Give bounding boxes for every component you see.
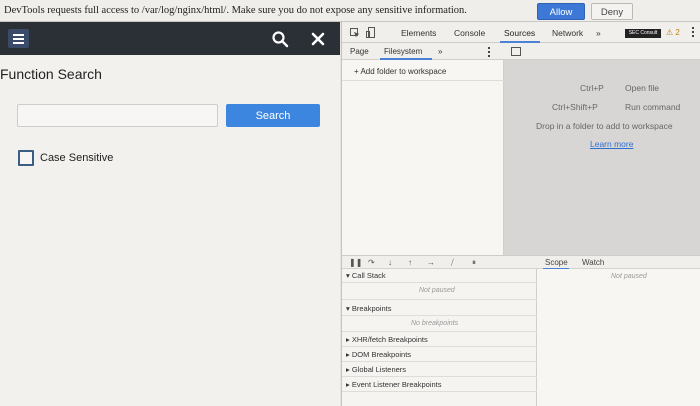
hint-drop-folder: Drop in a folder to add to workspace [536,121,673,131]
warning-count[interactable]: ⚠ 2 [666,28,680,37]
device-toolbar-icon[interactable] [366,27,376,39]
call-stack-label: Call Stack [351,271,386,280]
devtools-tabbar: Elements Console Sources Network » SEC C… [342,22,700,43]
function-search-app: Function Search Search Case Sensitive [0,22,340,406]
pause-on-exceptions-icon[interactable]: ⏸ [472,258,476,268]
close-icon[interactable] [309,30,327,48]
section-dom-breakpoints[interactable]: ▸ DOM Breakpoints [346,350,411,359]
hint-action-command: Run command [625,102,681,112]
deny-button[interactable]: Deny [591,3,633,20]
event-label: Event Listener Breakpoints [351,380,442,389]
case-sensitive-checkbox[interactable] [18,150,34,166]
nav-tab-more[interactable]: » [438,47,442,56]
devtools-menu-icon[interactable] [692,26,695,39]
inspect-element-icon[interactable] [350,28,360,38]
pause-icon[interactable]: ❚❚ [349,258,362,267]
scope-status: Not paused [611,273,647,280]
section-global-listeners[interactable]: ▸ Global Listeners [346,365,406,374]
divider [342,346,537,347]
step-over-icon[interactable]: ↷ [368,258,375,267]
breakpoints-status: No breakpoints [411,320,459,327]
global-label: Global Listeners [351,365,407,374]
hint-shortcut-open: Ctrl+P [580,83,604,93]
hint-action-open: Open file [625,83,660,93]
navigator-tabbar: Page Filesystem » [342,43,504,60]
app-toolbar [0,22,340,55]
sources-navigator: Page Filesystem » + Add folder to worksp… [342,43,504,276]
tab-elements[interactable]: Elements [401,28,436,38]
navigator-menu-icon[interactable] [488,47,490,57]
search-button[interactable]: Search [226,104,320,127]
tab-sources[interactable]: Sources [504,28,535,38]
infobar-message: DevTools requests full access to /var/lo… [4,5,467,16]
step-into-icon[interactable]: ↓ [388,258,392,267]
devtools-infobar: DevTools requests full access to /var/lo… [0,0,700,22]
nav-tab-filesystem[interactable]: Filesystem [384,47,422,56]
divider [342,315,537,316]
tab-watch[interactable]: Watch [582,258,604,267]
section-event-listener-breakpoints[interactable]: ▸ Event Listener Breakpoints [346,380,442,389]
scope-tabbar: Scope Watch [537,255,700,270]
divider [342,376,537,377]
scope-pane: Not paused [537,269,700,406]
devtools-panel: Elements Console Sources Network » SEC C… [341,22,700,406]
divider [342,299,537,300]
tab-more[interactable]: » [596,28,601,38]
warning-count-value: 2 [675,28,680,37]
xhr-label: XHR/fetch Breakpoints [351,335,428,344]
step-icon[interactable]: → [427,258,435,267]
hint-shortcut-command: Ctrl+Shift+P [552,102,598,112]
allow-button[interactable]: Allow [537,3,585,20]
page-title: Function Search [0,66,102,82]
call-stack-status: Not paused [419,287,455,294]
breakpoints-label: Breakpoints [351,304,392,313]
case-sensitive-label: Case Sensitive [40,152,114,164]
divider [342,282,537,283]
debugger-toolbar: ❚❚ ↷ ↓ ↑ → ⧸ ⏸ [342,255,537,269]
learn-more-link[interactable]: Learn more [590,139,633,149]
toggle-navigator-icon[interactable] [511,47,521,56]
extension-badge[interactable]: SEC Consult [625,29,661,38]
divider [342,331,537,332]
search-icon[interactable] [271,30,289,48]
tab-console[interactable]: Console [454,28,485,38]
add-folder-button[interactable]: + Add folder to workspace [354,67,446,76]
tab-scope[interactable]: Scope [545,258,568,267]
tab-network[interactable]: Network [552,28,583,38]
section-xhr-breakpoints[interactable]: ▸ XHR/fetch Breakpoints [346,335,428,344]
menu-icon[interactable] [8,29,29,48]
step-out-icon[interactable]: ↑ [408,258,412,267]
nav-active-tab-indicator [380,58,432,60]
dom-label: DOM Breakpoints [351,350,412,359]
divider [342,80,504,81]
editor-placeholder: Ctrl+P Open file Ctrl+Shift+P Run comman… [504,60,700,255]
deactivate-breakpoints-icon[interactable]: ⧸ [451,258,454,268]
section-breakpoints[interactable]: ▾ Breakpoints [346,304,391,313]
nav-tab-page[interactable]: Page [350,47,369,56]
section-call-stack[interactable]: ▾ Call Stack [346,271,386,280]
editor-toolbar [504,43,700,60]
divider [342,391,537,392]
debugger-sections: ▾ Call Stack Not paused ▾ Breakpoints No… [342,269,537,406]
search-input[interactable] [17,104,218,127]
divider [342,361,537,362]
